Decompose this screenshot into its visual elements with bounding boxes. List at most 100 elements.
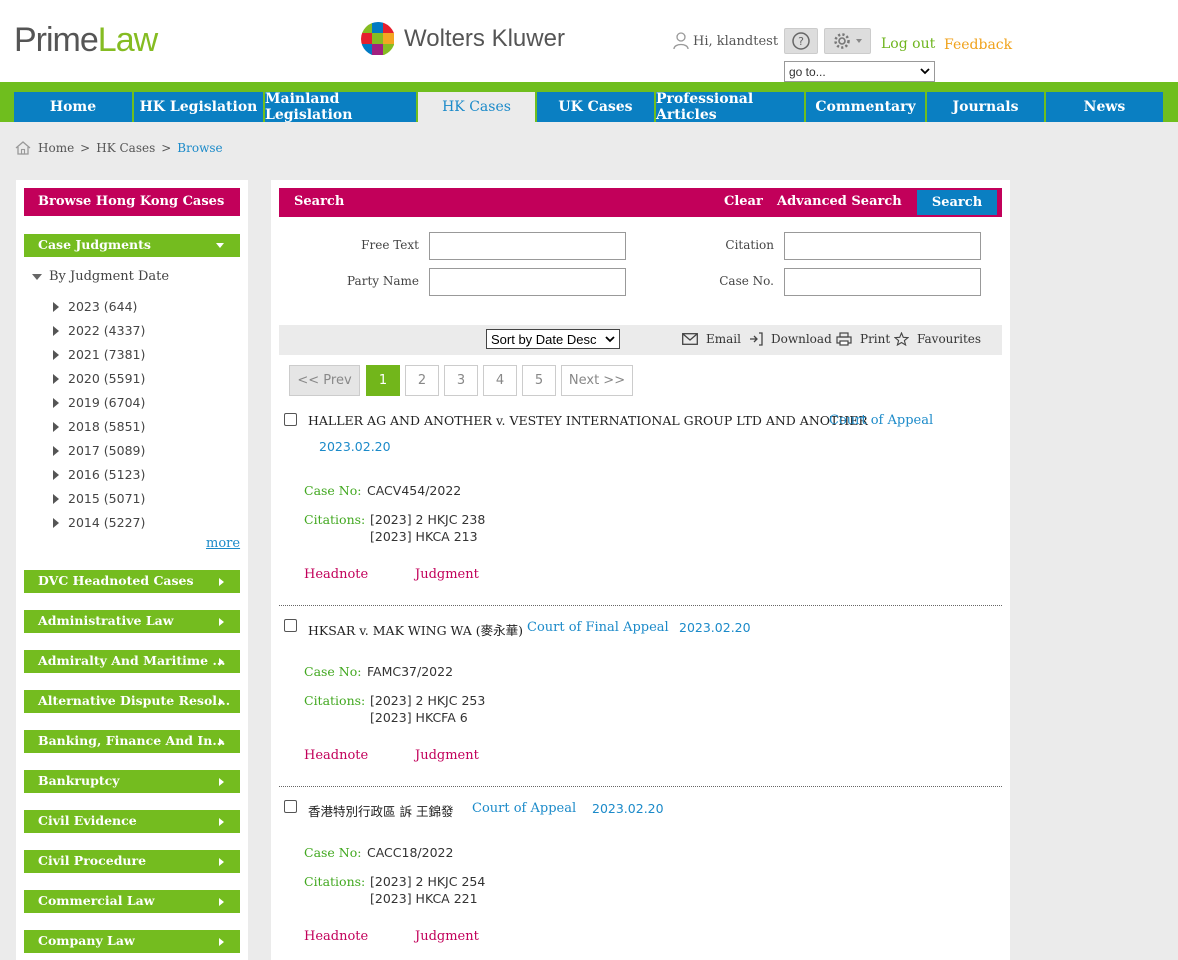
breadcrumb-current: Browse: [177, 141, 223, 155]
case-divider: [279, 786, 1002, 787]
primelaw-logo[interactable]: PrimeLaw: [14, 20, 158, 60]
advanced-search-link[interactable]: Advanced Search: [777, 194, 902, 209]
case-checkbox[interactable]: [284, 800, 297, 813]
citation-value: [2023] 2 HKJC 253: [370, 693, 486, 708]
nav-tab-uk-cases[interactable]: UK Cases: [537, 92, 654, 122]
goto-select[interactable]: go to...: [784, 61, 935, 82]
judgment-link[interactable]: Judgment: [415, 929, 479, 944]
search-button[interactable]: Search: [917, 190, 997, 215]
year-item[interactable]: 2018 (5851): [53, 419, 145, 434]
case-no-input[interactable]: [784, 268, 981, 296]
case-no-label: Case No.: [719, 274, 774, 288]
case-title[interactable]: HALLER AG AND ANOTHER v. VESTEY INTERNAT…: [308, 413, 868, 428]
svg-text:?: ?: [798, 35, 804, 48]
sidebar-category[interactable]: Banking, Finance And In...: [24, 730, 240, 753]
help-button[interactable]: ?: [784, 28, 818, 54]
chevron-right-icon: [219, 618, 224, 626]
feedback-link[interactable]: Feedback: [944, 37, 1012, 53]
star-icon: [894, 332, 909, 346]
year-item[interactable]: 2014 (5227): [53, 515, 145, 530]
nav-tab-hk-cases[interactable]: HK Cases: [418, 92, 535, 122]
case-title[interactable]: HKSAR v. MAK WING WA (麥永華): [308, 620, 523, 639]
breadcrumb-hk-cases[interactable]: HK Cases: [96, 141, 155, 155]
expand-right-icon: [53, 469, 59, 480]
more-years-link[interactable]: more: [206, 536, 240, 551]
party-name-input[interactable]: [429, 268, 626, 296]
citations-key: Citations:: [304, 693, 366, 708]
page-button[interactable]: 4: [483, 365, 517, 396]
page-button[interactable]: 2: [405, 365, 439, 396]
headnote-link[interactable]: Headnote: [304, 929, 368, 944]
case-court: Court of Appeal: [472, 801, 577, 816]
case-title[interactable]: 香港特別行政區 訴 王錦發: [308, 801, 453, 820]
year-label: 2020 (5591): [68, 371, 146, 386]
expand-right-icon: [53, 397, 59, 408]
chevron-right-icon: [219, 658, 224, 666]
judgment-link[interactable]: Judgment: [415, 567, 479, 582]
year-item[interactable]: 2015 (5071): [53, 491, 145, 506]
email-icon: [682, 333, 698, 345]
page-button[interactable]: 3: [444, 365, 478, 396]
year-label: 2017 (5089): [68, 443, 146, 458]
clear-link[interactable]: Clear: [724, 194, 763, 209]
next-page-button[interactable]: Next >>: [561, 365, 633, 396]
nav-tab-home[interactable]: Home: [14, 92, 132, 122]
sidebar-category[interactable]: Civil Evidence: [24, 810, 240, 833]
nav-tab-journals[interactable]: Journals: [927, 92, 1044, 122]
judgment-link[interactable]: Judgment: [415, 748, 479, 763]
sidebar-item-label: Civil Evidence: [38, 813, 137, 828]
sidebar-category[interactable]: Alternative Dispute Resol...: [24, 690, 240, 713]
sidebar-category[interactable]: Bankruptcy: [24, 770, 240, 793]
citation-input[interactable]: [784, 232, 981, 260]
breadcrumb-home[interactable]: Home: [38, 141, 74, 155]
free-text-input[interactable]: [429, 232, 626, 260]
logout-link[interactable]: Log out: [881, 36, 935, 52]
nav-tab-news[interactable]: News: [1046, 92, 1163, 122]
print-action[interactable]: Print: [836, 332, 890, 346]
sidebar-item-label: Administrative Law: [38, 613, 174, 628]
email-action[interactable]: Email: [682, 332, 741, 346]
headnote-link[interactable]: Headnote: [304, 748, 368, 763]
nav-tab-hk-legislation[interactable]: HK Legislation: [134, 92, 263, 122]
case-checkbox[interactable]: [284, 413, 297, 426]
prev-page-button[interactable]: << Prev: [289, 365, 360, 396]
download-action[interactable]: Download: [749, 332, 832, 346]
sidebar-category[interactable]: DVC Headnoted Cases: [24, 570, 240, 593]
sidebar-case-judgments[interactable]: Case Judgments: [24, 234, 240, 257]
sidebar-category[interactable]: Administrative Law: [24, 610, 240, 633]
nav-tab-commentary[interactable]: Commentary: [806, 92, 925, 122]
year-item[interactable]: 2023 (644): [53, 299, 137, 314]
chevron-right-icon: [219, 818, 224, 826]
settings-button[interactable]: [824, 28, 871, 54]
headnote-link[interactable]: Headnote: [304, 567, 368, 582]
case-date: 2023.02.20: [319, 439, 391, 454]
sidebar-category[interactable]: Civil Procedure: [24, 850, 240, 873]
year-item[interactable]: 2022 (4337): [53, 323, 145, 338]
year-item[interactable]: 2020 (5591): [53, 371, 145, 386]
case-checkbox[interactable]: [284, 619, 297, 632]
header: PrimeLaw Wolters Kluwer Hi, klandtest ? …: [0, 0, 1178, 82]
sidebar-item-label: Bankruptcy: [38, 773, 120, 788]
year-item[interactable]: 2016 (5123): [53, 467, 145, 482]
tree-by-judgment-date[interactable]: By Judgment Date: [32, 269, 169, 284]
sidebar-category[interactable]: Company Law: [24, 930, 240, 953]
home-icon[interactable]: [15, 140, 31, 156]
chevron-right-icon: [219, 738, 224, 746]
chevron-right-icon: [219, 938, 224, 946]
year-item[interactable]: 2019 (6704): [53, 395, 145, 410]
year-item[interactable]: 2017 (5089): [53, 443, 145, 458]
year-label: 2018 (5851): [68, 419, 146, 434]
citation-value: [2023] HKCFA 6: [370, 710, 468, 725]
case-divider: [279, 605, 1002, 606]
nav-tab-mainland-legislation[interactable]: Mainland Legislation: [265, 91, 416, 123]
sort-select[interactable]: Sort by Date Desc: [486, 329, 620, 349]
year-label: 2023 (644): [68, 299, 138, 314]
search-bar: Search Clear Advanced Search Search: [279, 188, 1002, 217]
nav-tab-professional-articles[interactable]: Professional Articles: [656, 91, 804, 123]
favourites-action[interactable]: Favourites: [894, 332, 981, 346]
sidebar-category[interactable]: Admiralty And Maritime ...: [24, 650, 240, 673]
page-button[interactable]: 5: [522, 365, 556, 396]
year-item[interactable]: 2021 (7381): [53, 347, 145, 362]
sidebar-category[interactable]: Commercial Law: [24, 890, 240, 913]
page-button-current[interactable]: 1: [366, 365, 400, 396]
